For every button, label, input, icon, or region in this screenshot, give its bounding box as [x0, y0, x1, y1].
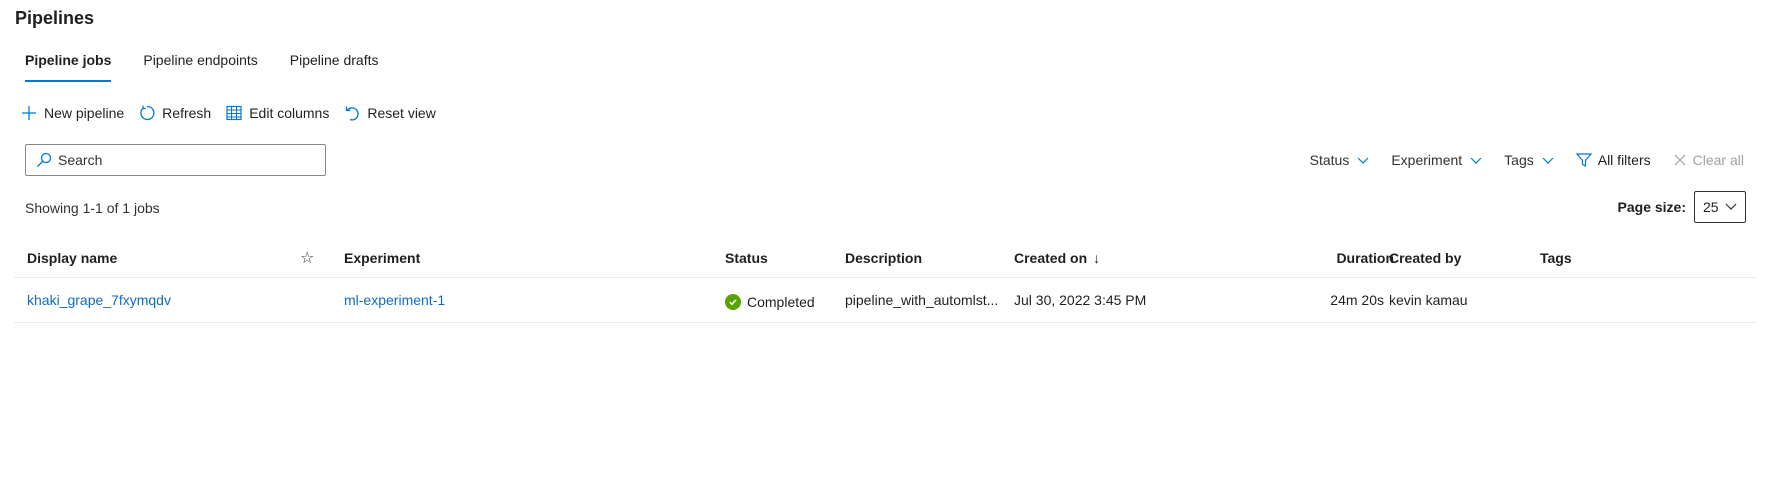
column-header-label: Description: [845, 249, 923, 266]
created-by-cell: kevin kamau: [1389, 278, 1529, 322]
results-count: Showing 1-1 of 1 jobs: [25, 200, 160, 216]
created-on-text: Jul 30, 2022 3:45 PM: [1014, 292, 1147, 308]
column-header-duration[interactable]: Duration: [1304, 238, 1394, 277]
page-size-value: 25: [1703, 199, 1719, 215]
table-row[interactable]: khaki_grape_7fxymqdv ml-experiment-1 Com…: [14, 278, 1756, 323]
tab-pipeline-drafts[interactable]: Pipeline drafts: [290, 48, 379, 82]
description-cell: pipeline_with_automlst...: [845, 278, 1005, 322]
column-header-label: Created by: [1389, 249, 1462, 266]
status-filter[interactable]: Status: [1310, 152, 1370, 168]
column-header-display-name[interactable]: Display name: [27, 238, 247, 277]
duration-cell: 24m 20s: [1304, 278, 1384, 322]
clear-all-label: Clear all: [1692, 152, 1744, 168]
new-pipeline-button[interactable]: New pipeline: [20, 104, 124, 122]
refresh-icon: [138, 104, 156, 122]
column-header-tags[interactable]: Tags: [1540, 238, 1640, 277]
search-icon: [36, 152, 52, 168]
chevron-down-icon: [1725, 199, 1737, 215]
filter-bar: Status Experiment Tags All filters Clear…: [1288, 148, 1744, 172]
search-input[interactable]: [58, 152, 298, 168]
all-filters-button[interactable]: All filters: [1575, 152, 1651, 168]
command-bar: New pipeline Refresh Edit columns Reset …: [20, 100, 450, 126]
reset-view-button[interactable]: Reset view: [343, 104, 436, 122]
page-size-control: Page size: 25: [1618, 191, 1746, 223]
edit-columns-button[interactable]: Edit columns: [225, 104, 329, 122]
undo-icon: [343, 104, 361, 122]
reset-view-label: Reset view: [367, 105, 436, 121]
column-header-label: Duration: [1336, 249, 1394, 266]
column-header-label: Status: [725, 249, 768, 266]
refresh-label: Refresh: [162, 105, 212, 121]
column-header-created-on[interactable]: Created on ↓: [1014, 238, 1194, 277]
page-size-dropdown[interactable]: 25: [1694, 191, 1746, 223]
chevron-down-icon: [1542, 154, 1554, 166]
tab-list: Pipeline jobs Pipeline endpoints Pipelin…: [25, 48, 411, 82]
created-on-cell: Jul 30, 2022 3:45 PM: [1014, 278, 1214, 322]
star-icon: ☆: [300, 249, 315, 267]
column-header-description[interactable]: Description: [845, 238, 995, 277]
experiment-filter-label: Experiment: [1391, 152, 1463, 168]
favorite-column-header[interactable]: ☆: [300, 238, 320, 277]
column-header-label: Created on: [1014, 249, 1088, 266]
tags-cell: [1540, 278, 1660, 322]
display-name-cell: khaki_grape_7fxymqdv: [27, 278, 287, 322]
page-size-label: Page size:: [1617, 199, 1686, 215]
all-filters-label: All filters: [1597, 152, 1651, 168]
clear-all-button[interactable]: Clear all: [1673, 152, 1744, 168]
plus-icon: [20, 104, 38, 122]
refresh-button[interactable]: Refresh: [138, 104, 211, 122]
column-header-status[interactable]: Status: [725, 238, 825, 277]
search-box[interactable]: [25, 144, 326, 176]
column-header-created-by[interactable]: Created by: [1389, 238, 1519, 277]
column-header-experiment[interactable]: Experiment: [344, 238, 544, 277]
experiment-filter[interactable]: Experiment: [1391, 152, 1482, 168]
tags-filter[interactable]: Tags: [1504, 152, 1554, 168]
tab-pipeline-jobs[interactable]: Pipeline jobs: [25, 48, 112, 82]
created-by-text: kevin kamau: [1389, 292, 1468, 308]
tags-filter-label: Tags: [1504, 152, 1534, 168]
checkmark-circle-icon: [725, 294, 741, 310]
duration-text: 24m 20s: [1330, 292, 1384, 308]
column-header-label: Display name: [27, 249, 118, 266]
job-display-name-link[interactable]: khaki_grape_7fxymqdv: [27, 292, 171, 308]
chevron-down-icon: [1357, 154, 1369, 166]
pipeline-jobs-table: Display name ☆ Experiment Status Descrip…: [14, 238, 1756, 323]
status-filter-label: Status: [1309, 152, 1350, 168]
edit-columns-label: Edit columns: [249, 105, 330, 121]
column-header-label: Tags: [1540, 249, 1572, 266]
page-title: Pipelines: [15, 8, 95, 28]
experiment-cell: ml-experiment-1: [344, 278, 644, 322]
filter-icon: [1575, 152, 1592, 168]
table-columns-icon: [225, 104, 243, 122]
experiment-link[interactable]: ml-experiment-1: [344, 292, 445, 308]
new-pipeline-label: New pipeline: [44, 105, 125, 121]
chevron-down-icon: [1470, 154, 1482, 166]
sort-descending-icon: ↓: [1093, 249, 1101, 266]
status-text: Completed: [747, 294, 815, 310]
tab-pipeline-endpoints[interactable]: Pipeline endpoints: [143, 48, 257, 82]
description-text: pipeline_with_automlst...: [845, 292, 999, 308]
status-cell: Completed: [725, 278, 835, 322]
close-icon: [1673, 153, 1687, 167]
table-header-row: Display name ☆ Experiment Status Descrip…: [14, 238, 1756, 278]
column-header-label: Experiment: [344, 249, 421, 266]
